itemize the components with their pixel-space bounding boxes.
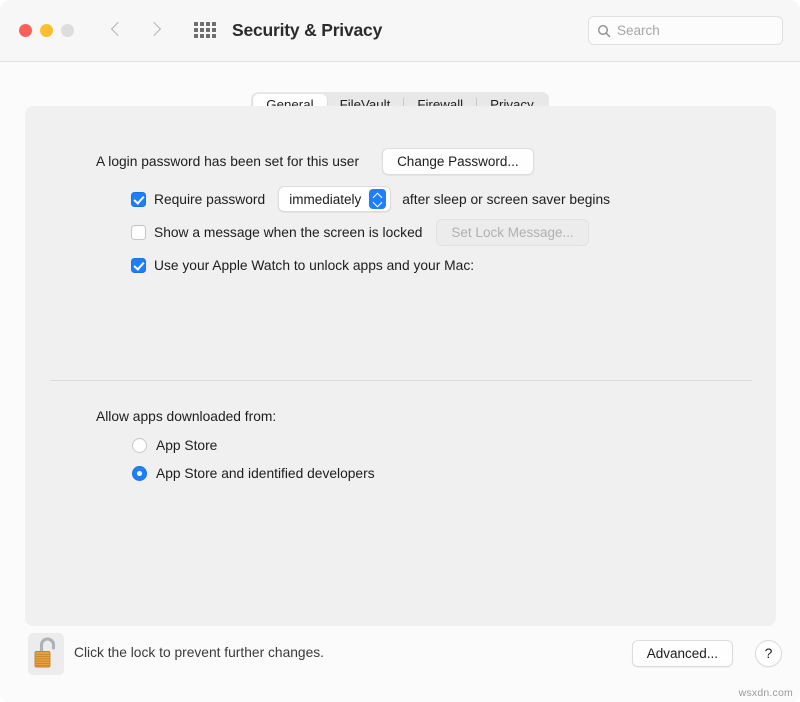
allow-apps-heading: Allow apps downloaded from: xyxy=(96,409,277,424)
require-password-row: Require password immediately after sleep… xyxy=(131,186,610,212)
advanced-button[interactable]: Advanced... xyxy=(631,640,733,667)
allow-apps-option-appstore[interactable]: App Store xyxy=(132,438,217,453)
search-field[interactable] xyxy=(588,16,783,45)
unlocked-padlock-icon[interactable] xyxy=(28,633,64,675)
show-lock-message-checkbox[interactable] xyxy=(131,225,146,240)
chevron-right-icon[interactable] xyxy=(146,21,164,39)
help-button[interactable]: ? xyxy=(755,640,782,667)
show-lock-message-row: Show a message when the screen is locked… xyxy=(131,219,589,246)
window-toolbar: Security & Privacy xyxy=(0,0,800,62)
change-password-button[interactable]: Change Password... xyxy=(382,148,534,175)
general-tab-panel: A login password has been set for this u… xyxy=(25,106,776,626)
section-divider xyxy=(50,380,752,381)
chevron-left-icon[interactable] xyxy=(108,21,126,39)
radio-app-store-and-identified-developers-label: App Store and identified developers xyxy=(156,466,375,481)
traffic-light-group xyxy=(19,24,74,37)
set-lock-message-button[interactable]: Set Lock Message... xyxy=(436,219,589,246)
search-input[interactable] xyxy=(617,23,767,38)
zoom-button-icon[interactable] xyxy=(61,24,74,37)
allow-apps-option-appstore-identified[interactable]: App Store and identified developers xyxy=(132,466,375,481)
close-button-icon[interactable] xyxy=(19,24,32,37)
navigation-arrows xyxy=(108,21,164,39)
radio-app-store[interactable] xyxy=(132,438,147,453)
radio-app-store-label: App Store xyxy=(156,438,218,453)
require-password-suffix: after sleep or screen saver begins xyxy=(402,191,611,207)
system-preferences-window: Security & Privacy General FileVault Fir… xyxy=(0,0,800,702)
window-footer: Click the lock to prevent further change… xyxy=(0,626,800,702)
apple-watch-label: Use your Apple Watch to unlock apps and … xyxy=(154,258,475,273)
watermark: wsxdn.com xyxy=(738,687,793,699)
password-delay-popup-button[interactable]: immediately xyxy=(278,186,392,212)
grid-apps-icon[interactable] xyxy=(194,22,216,38)
minimize-button-icon[interactable] xyxy=(40,24,53,37)
search-icon xyxy=(597,24,611,37)
page-title: Security & Privacy xyxy=(232,20,383,40)
lock-hint-text: Click the lock to prevent further change… xyxy=(74,645,325,660)
radio-app-store-and-identified-developers[interactable] xyxy=(132,466,147,481)
password-delay-value: immediately xyxy=(289,191,362,207)
apple-watch-row: Use your Apple Watch to unlock apps and … xyxy=(131,258,474,273)
allow-apps-heading-row: Allow apps downloaded from: xyxy=(96,409,276,424)
padlock-glyph xyxy=(34,637,56,668)
require-password-checkbox[interactable] xyxy=(131,191,146,207)
login-password-status: A login password has been set for this u… xyxy=(96,154,360,169)
require-password-label: Require password xyxy=(154,191,266,207)
chevron-updown-icon xyxy=(369,189,387,209)
show-lock-message-label: Show a message when the screen is locked xyxy=(154,225,423,240)
apple-watch-checkbox[interactable] xyxy=(131,258,146,273)
login-password-row: A login password has been set for this u… xyxy=(96,148,534,175)
